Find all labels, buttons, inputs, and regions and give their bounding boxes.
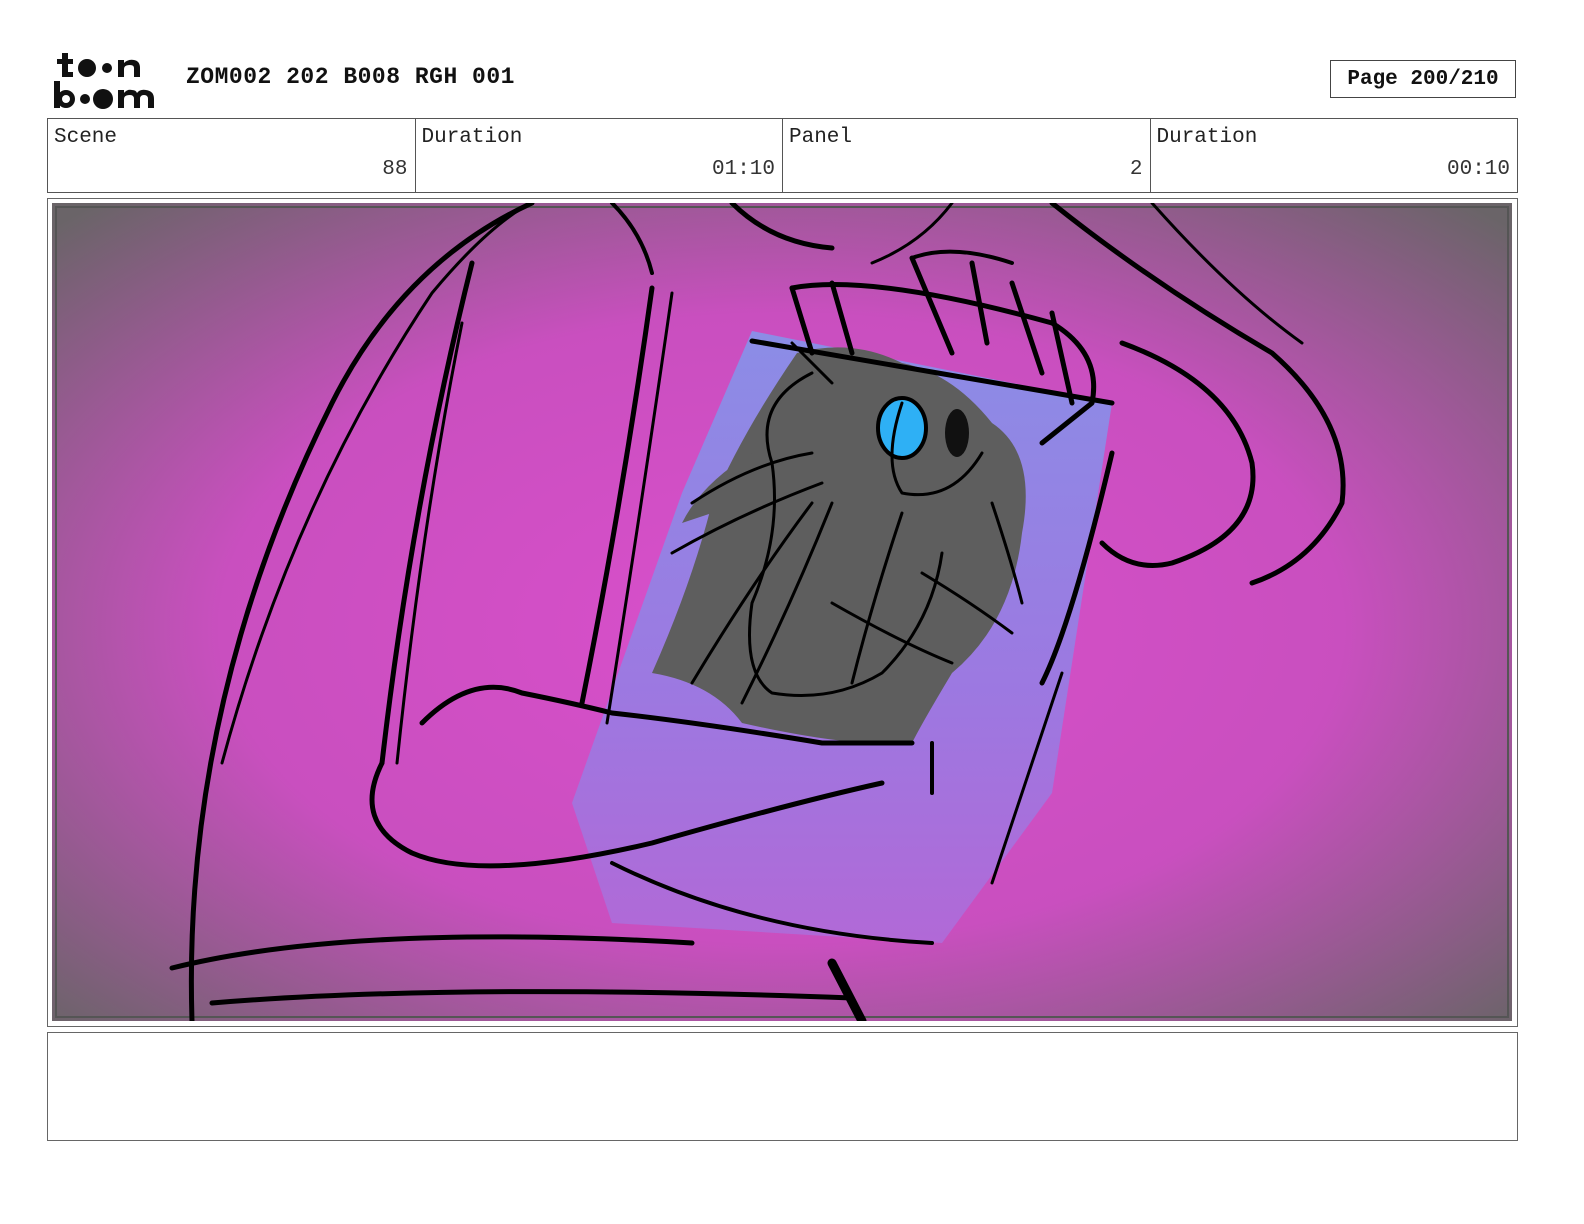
scene-cell: Scene 88 bbox=[48, 119, 416, 192]
panel-cell: Panel 2 bbox=[783, 119, 1151, 192]
panel-label: Panel bbox=[789, 126, 853, 149]
scene-value: 88 bbox=[382, 158, 408, 181]
panel-duration-cell: Duration 00:10 bbox=[1151, 119, 1518, 192]
panel-value: 2 bbox=[1129, 158, 1143, 181]
scene-duration-label: Duration bbox=[421, 126, 523, 149]
document-title: ZOM002 202 B008 RGH 001 bbox=[186, 64, 515, 90]
scene-label: Scene bbox=[54, 126, 118, 149]
page-number: Page 200/210 bbox=[1347, 67, 1499, 91]
panel-notes bbox=[47, 1032, 1518, 1141]
sketch-illustration bbox=[52, 203, 1512, 1021]
scene-info-bar: Scene 88 Duration 01:10 Panel 2 Duration… bbox=[47, 118, 1518, 193]
panel-duration-value: 00:10 bbox=[1446, 158, 1510, 181]
scene-duration-cell: Duration 01:10 bbox=[416, 119, 783, 192]
panel-artwork bbox=[52, 203, 1512, 1021]
toon-boom-logo-mark bbox=[54, 53, 154, 109]
panel-duration-label: Duration bbox=[1156, 126, 1258, 149]
scene-duration-value: 01:10 bbox=[711, 158, 775, 181]
page-indicator: Page 200/210 bbox=[1330, 60, 1516, 98]
toon-boom-logo bbox=[52, 50, 164, 112]
storyboard-panel bbox=[47, 198, 1518, 1027]
